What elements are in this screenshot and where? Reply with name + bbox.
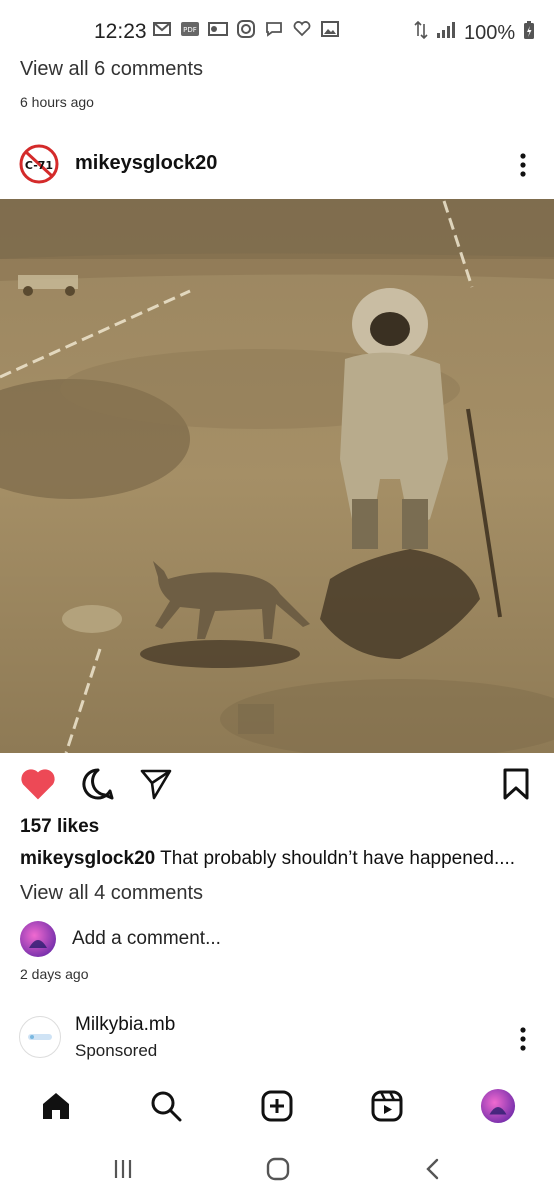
status-right: 100% [414,20,535,46]
likes-count[interactable]: 157 likes [20,816,99,838]
data-transfer-icon [414,20,428,46]
sponsored-label: Sponsored [75,1041,158,1060]
save-bookmark-icon[interactable] [498,766,534,802]
create-icon[interactable] [259,1088,295,1124]
battery-icon [523,20,535,46]
more-options-icon[interactable] [510,1024,536,1054]
caption-text: That probably shouldn’t have happened...… [160,848,516,869]
like-heart-icon[interactable] [20,766,56,802]
avatar-text: C-71 [25,159,53,172]
user-avatar[interactable]: C-71 [19,144,59,184]
mail-icon [152,20,172,38]
pdf-icon: PDF [180,20,200,38]
outlook-icon [208,20,228,38]
gallery-icon [320,20,340,38]
heart-notification-icon [292,20,312,38]
post-caption: mikeysglock20 That probably shouldn’t ha… [20,848,540,870]
sponsor-username[interactable]: Milkybia.mb [75,1014,175,1036]
search-icon[interactable] [148,1088,184,1124]
share-send-icon[interactable] [138,766,174,802]
message-icon [264,20,284,38]
status-time: 12:23 [94,20,147,43]
instagram-icon [236,20,256,38]
svg-text:PDF: PDF [183,26,197,34]
view-all-comments-link[interactable]: View all 4 comments [20,882,203,905]
post-image[interactable] [0,199,554,759]
view-all-comments-link[interactable]: View all 6 comments [20,58,203,81]
signal-icon [436,21,456,45]
back-icon[interactable] [418,1154,448,1184]
post-timestamp: 2 days ago [20,966,89,982]
profile-icon[interactable] [480,1088,516,1124]
caption-username[interactable]: mikeysglock20 [20,848,155,869]
sponsor-avatar[interactable] [19,1016,61,1058]
add-comment-input[interactable]: Add a comment... [72,928,221,950]
comment-icon[interactable] [80,766,116,802]
post-username[interactable]: mikeysglock20 [75,152,217,175]
recents-icon[interactable] [108,1154,138,1184]
more-options-icon[interactable] [510,150,536,180]
own-avatar [19,920,57,958]
home-icon[interactable] [38,1088,74,1124]
reels-icon[interactable] [369,1088,405,1124]
post-timestamp: 6 hours ago [20,94,94,110]
status-notification-icons: PDF [152,20,340,38]
home-circle-icon[interactable] [263,1154,293,1184]
battery-text: 100% [464,21,516,44]
